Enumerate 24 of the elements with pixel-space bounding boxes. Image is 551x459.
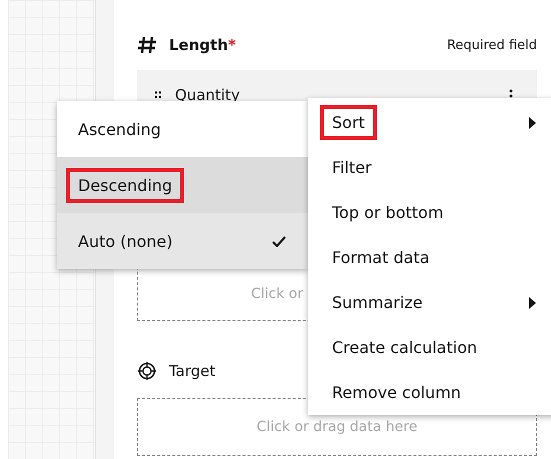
checkmark-icon bbox=[272, 236, 286, 246]
menu-item-label: Create calculation bbox=[331, 337, 478, 359]
menu-item-label: Descending bbox=[66, 168, 184, 202]
menu-item-label: Filter bbox=[331, 157, 373, 179]
menu-item-label: Auto (none) bbox=[77, 230, 174, 252]
menu-item[interactable]: Format data bbox=[308, 235, 551, 280]
hash-icon bbox=[137, 35, 157, 55]
item-label: Quantity bbox=[175, 86, 240, 104]
field-label: Length bbox=[169, 36, 228, 54]
menu-item[interactable]: Filter bbox=[308, 145, 551, 190]
menu-item[interactable]: Descending bbox=[57, 157, 308, 213]
target-icon bbox=[137, 361, 157, 381]
menu-item[interactable]: Auto (none) bbox=[57, 213, 308, 269]
required-asterisk: * bbox=[228, 36, 236, 54]
field-label: Target bbox=[169, 362, 216, 380]
drag-handle-icon[interactable] bbox=[155, 91, 161, 101]
menu-item-label: Summarize bbox=[331, 292, 424, 314]
menu-item-label: Top or bottom bbox=[331, 202, 444, 224]
menu-item[interactable]: Top or bottom bbox=[308, 190, 551, 235]
required-note: Required field bbox=[446, 38, 537, 52]
menu-item[interactable]: Create calculation bbox=[308, 325, 551, 370]
menu-item-label: Sort bbox=[320, 105, 377, 140]
menu-item[interactable]: Summarize bbox=[308, 280, 551, 325]
menu-item-label: Format data bbox=[331, 247, 431, 269]
